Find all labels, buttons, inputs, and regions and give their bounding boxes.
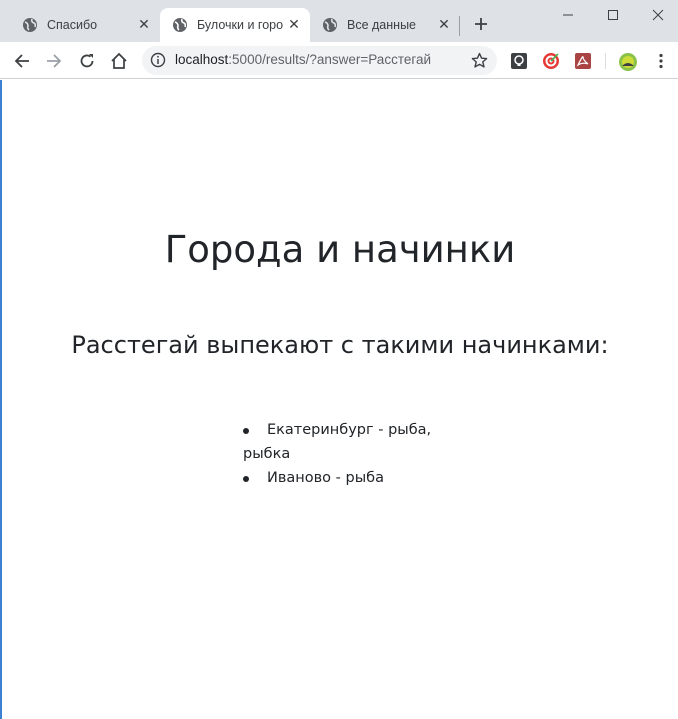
extension-bulb-icon[interactable] bbox=[510, 52, 528, 70]
extension-target-icon[interactable] bbox=[542, 52, 560, 70]
fillings-list: Екатеринбург - рыба, рыбка Иваново - рыб… bbox=[243, 418, 443, 490]
toolbar-separator bbox=[605, 53, 606, 69]
forward-button[interactable] bbox=[42, 49, 66, 73]
browser-toolbar: localhost:5000/results/?answer=Расстегай bbox=[0, 42, 678, 79]
page-subtitle: Расстегай выпекают с такими начинками: bbox=[71, 331, 609, 359]
page-content: Города и начинки Расстегай выпекают с та… bbox=[2, 80, 678, 719]
globe-icon bbox=[22, 17, 38, 33]
back-arrow-icon bbox=[14, 54, 29, 68]
close-icon[interactable]: ✕ bbox=[436, 17, 452, 33]
list-item-text: Иваново - рыба bbox=[267, 470, 384, 486]
tab-strip: Спасибо ✕ Булочки и горо ✕ Все данные ✕ bbox=[0, 0, 678, 42]
tab-separator bbox=[459, 16, 460, 36]
info-icon[interactable] bbox=[150, 52, 166, 68]
maximize-button[interactable] bbox=[590, 0, 635, 30]
globe-icon bbox=[322, 17, 338, 33]
bookmark-star-icon[interactable] bbox=[471, 52, 488, 69]
extension-pdf-icon[interactable] bbox=[574, 52, 592, 70]
home-icon bbox=[111, 52, 127, 69]
close-icon[interactable]: ✕ bbox=[136, 17, 152, 33]
url-text[interactable]: localhost:5000/results/?answer=Расстегай bbox=[175, 52, 431, 67]
close-window-button[interactable] bbox=[635, 0, 678, 30]
list-item-text: Екатеринбург - рыба, bbox=[267, 422, 432, 438]
home-button[interactable] bbox=[107, 49, 131, 73]
tab-title: Спасибо bbox=[47, 18, 98, 32]
new-tab-button[interactable] bbox=[471, 14, 491, 34]
profile-avatar-icon[interactable] bbox=[618, 52, 637, 71]
reload-icon bbox=[80, 54, 94, 68]
list-item: Екатеринбург - рыба, рыбка bbox=[243, 418, 443, 466]
tab-title: Все данные bbox=[347, 18, 417, 32]
address-bar[interactable]: localhost:5000/results/?answer=Расстегай bbox=[142, 46, 497, 75]
bullet bbox=[243, 428, 249, 434]
tab-title: Булочки и горо bbox=[197, 18, 284, 32]
bullet bbox=[243, 476, 249, 482]
url-path: :5000/results/?answer=Расстегай bbox=[228, 52, 432, 67]
minimize-button[interactable] bbox=[545, 0, 590, 30]
globe-icon bbox=[172, 17, 188, 33]
tab-spasibo[interactable]: Спасибо ✕ bbox=[10, 8, 160, 42]
back-button[interactable] bbox=[10, 49, 34, 73]
page-title: Города и начинки bbox=[164, 228, 516, 271]
tab-vse-dannye[interactable]: Все данные ✕ bbox=[310, 8, 460, 42]
list-item: Иваново - рыба bbox=[243, 466, 443, 490]
forward-arrow-icon bbox=[47, 54, 62, 68]
url-host: localhost bbox=[175, 52, 229, 67]
tab-bulochki[interactable]: Булочки и горо ✕ bbox=[160, 8, 310, 42]
menu-icon[interactable] bbox=[652, 52, 670, 70]
close-icon[interactable]: ✕ bbox=[286, 17, 302, 33]
reload-button[interactable] bbox=[75, 49, 99, 73]
list-item-text-continued: рыбка bbox=[243, 446, 291, 462]
